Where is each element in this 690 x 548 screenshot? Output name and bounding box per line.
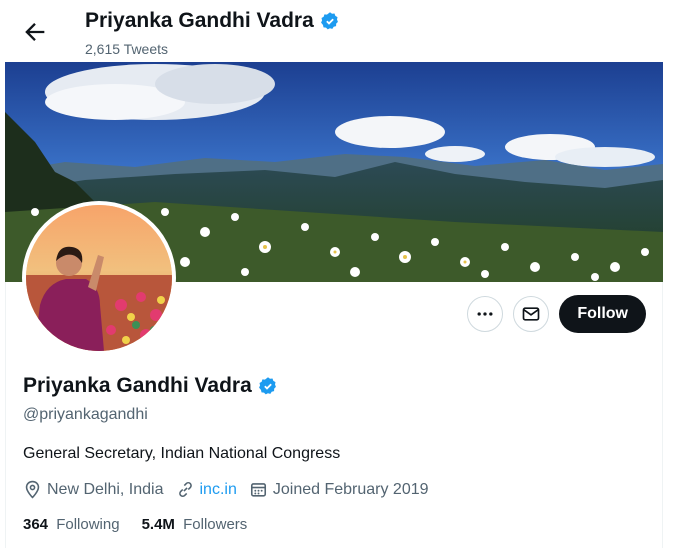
verified-badge-icon [320,12,338,30]
header-title: Priyanka Gandhi Vadra [85,9,340,33]
verified-badge-icon [258,377,276,395]
avatar-photo [26,205,172,351]
more-icon [477,312,493,316]
location-pin-icon [25,480,40,499]
header-name: Priyanka Gandhi Vadra [85,9,314,32]
tweet-count: 2,615 Tweets [85,41,169,57]
followers-link[interactable]: 5.4M Followers [142,516,248,533]
back-arrow-icon [25,23,45,41]
envelope-icon [523,307,540,321]
back-button[interactable] [21,18,49,46]
profile-meta: New Delhi, India inc.in Joined February … [23,480,441,499]
calendar-icon [250,483,266,497]
link-icon [178,481,192,498]
joined-item: Joined February 2019 [249,480,429,499]
profile-name-text: Priyanka Gandhi Vadra [23,374,252,397]
location-text: New Delhi, India [47,480,164,498]
followers-count: 5.4M [141,516,175,533]
profile-handle: @priyankagandhi [23,406,148,423]
profile-bio: General Secretary, Indian National Congr… [23,445,341,462]
joined-text: Joined February 2019 [272,480,429,498]
follow-button[interactable]: Follow [559,295,646,333]
website-item: inc.in [176,480,237,499]
message-button[interactable] [513,296,550,332]
location-item: New Delhi, India [23,480,164,499]
top-header: Priyanka Gandhi Vadra 2,615 Tweets [5,0,663,62]
profile-name: Priyanka Gandhi Vadra [23,374,278,398]
following-count: 364 [23,516,49,533]
following-label: Following [56,516,120,533]
profile-avatar[interactable] [22,201,176,355]
website-link[interactable]: inc.in [200,481,237,499]
followers-label: Followers [183,516,248,533]
profile-stats: 364 Following 5.4M Followers [23,516,247,533]
following-link[interactable]: 364 Following [23,516,120,533]
profile-actions: Follow [467,295,646,333]
more-button[interactable] [467,296,504,332]
